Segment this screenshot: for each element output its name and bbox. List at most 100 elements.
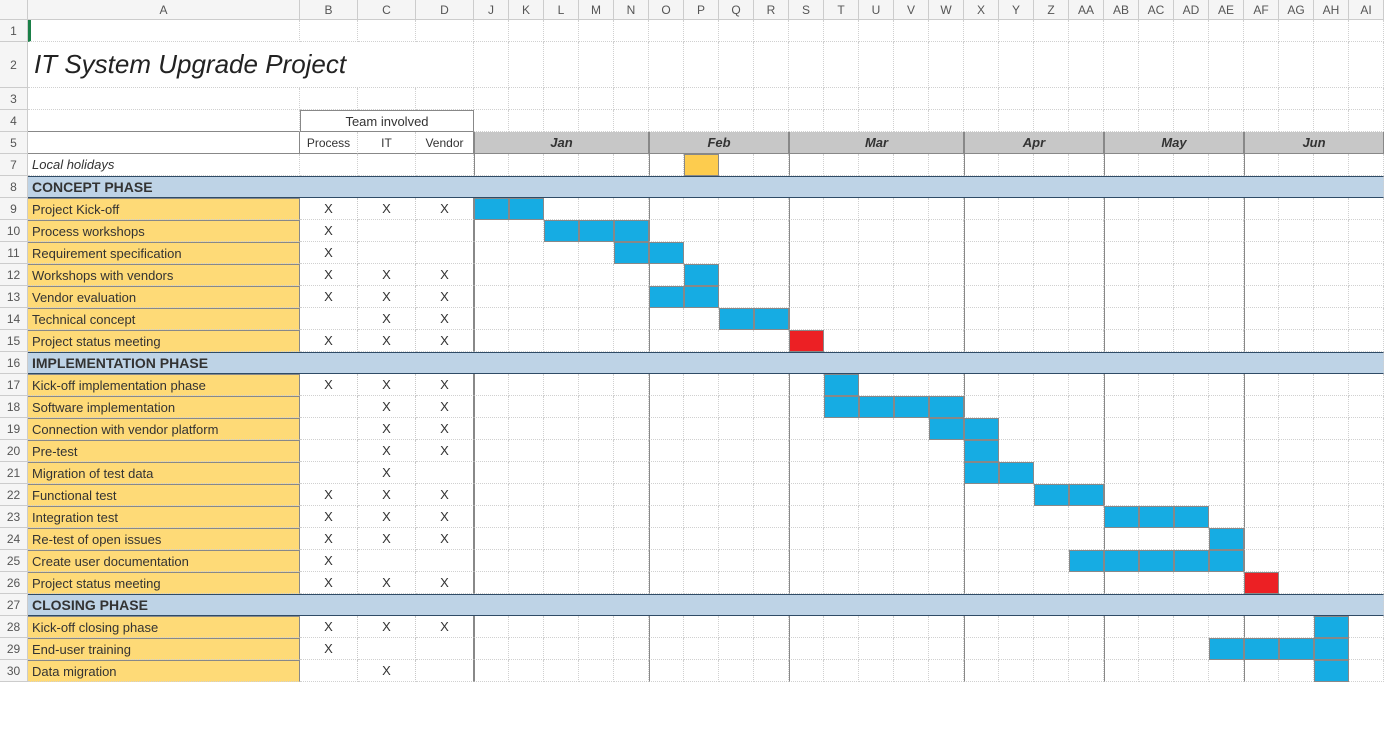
- week-cell[interactable]: [544, 154, 579, 176]
- task-name[interactable]: Process workshops: [28, 220, 300, 242]
- task-name[interactable]: Functional test: [28, 484, 300, 506]
- gantt-cell[interactable]: [719, 286, 754, 308]
- gantt-cell[interactable]: [474, 198, 509, 220]
- gantt-cell[interactable]: [964, 484, 999, 506]
- gantt-cell[interactable]: [1034, 616, 1069, 638]
- gantt-cell[interactable]: [859, 440, 894, 462]
- gantt-cell[interactable]: [614, 374, 649, 396]
- gantt-cell[interactable]: [579, 638, 614, 660]
- gantt-cell[interactable]: [1244, 264, 1279, 286]
- week-cell[interactable]: [1034, 154, 1069, 176]
- week-cell[interactable]: [754, 154, 789, 176]
- cell[interactable]: [929, 42, 964, 88]
- gantt-cell[interactable]: [614, 418, 649, 440]
- gantt-cell[interactable]: [509, 506, 544, 528]
- gantt-cell[interactable]: [929, 506, 964, 528]
- gantt-cell[interactable]: [649, 418, 684, 440]
- cell[interactable]: [1279, 42, 1314, 88]
- cell[interactable]: [754, 42, 789, 88]
- gantt-cell[interactable]: [754, 506, 789, 528]
- gantt-cell[interactable]: [999, 330, 1034, 352]
- gantt-cell[interactable]: [859, 264, 894, 286]
- gantt-cell[interactable]: [1174, 616, 1209, 638]
- row-header[interactable]: 26: [0, 572, 28, 594]
- gantt-cell[interactable]: [859, 198, 894, 220]
- gantt-cell[interactable]: [1069, 220, 1104, 242]
- gantt-cell[interactable]: [1209, 484, 1244, 506]
- gantt-cell[interactable]: [1104, 396, 1139, 418]
- gantt-cell[interactable]: [719, 616, 754, 638]
- gantt-cell[interactable]: [544, 528, 579, 550]
- gantt-cell[interactable]: [1104, 242, 1139, 264]
- team-mark[interactable]: X: [300, 528, 358, 550]
- week-cell[interactable]: [719, 154, 754, 176]
- row-header[interactable]: 18: [0, 396, 28, 418]
- gantt-cell[interactable]: [1069, 528, 1104, 550]
- gantt-cell[interactable]: [1349, 440, 1384, 462]
- team-mark[interactable]: X: [300, 220, 358, 242]
- cell[interactable]: [754, 20, 789, 42]
- cell[interactable]: [474, 110, 509, 132]
- task-name[interactable]: Connection with vendor platform: [28, 418, 300, 440]
- gantt-cell[interactable]: [1209, 308, 1244, 330]
- gantt-cell[interactable]: [684, 286, 719, 308]
- gantt-cell[interactable]: [929, 550, 964, 572]
- gantt-cell[interactable]: [719, 198, 754, 220]
- gantt-cell[interactable]: [1034, 396, 1069, 418]
- gantt-cell[interactable]: [1209, 660, 1244, 682]
- gantt-cell[interactable]: [1174, 462, 1209, 484]
- gantt-cell[interactable]: [719, 308, 754, 330]
- cell[interactable]: [1139, 20, 1174, 42]
- gantt-cell[interactable]: [1314, 660, 1349, 682]
- gantt-cell[interactable]: [859, 660, 894, 682]
- team-mark[interactable]: X: [358, 616, 416, 638]
- gantt-cell[interactable]: [789, 418, 824, 440]
- gantt-cell[interactable]: [579, 286, 614, 308]
- cell[interactable]: [579, 20, 614, 42]
- cell[interactable]: [300, 20, 358, 42]
- gantt-cell[interactable]: [859, 528, 894, 550]
- col-header[interactable]: Q: [719, 0, 754, 20]
- task-name[interactable]: Workshops with vendors: [28, 264, 300, 286]
- gantt-cell[interactable]: [1104, 638, 1139, 660]
- gantt-cell[interactable]: [1244, 286, 1279, 308]
- gantt-cell[interactable]: [789, 572, 824, 594]
- gantt-cell[interactable]: [1314, 308, 1349, 330]
- gantt-cell[interactable]: [1244, 440, 1279, 462]
- gantt-cell[interactable]: [894, 374, 929, 396]
- spreadsheet-grid[interactable]: ABCDJKLMNOPQRSTUVWXYZAAABACADAEAFAGAHAI1…: [0, 0, 1399, 682]
- gantt-cell[interactable]: [1139, 550, 1174, 572]
- gantt-cell[interactable]: [964, 374, 999, 396]
- cell[interactable]: [789, 110, 824, 132]
- gantt-cell[interactable]: [1174, 440, 1209, 462]
- gantt-cell[interactable]: [684, 616, 719, 638]
- col-header[interactable]: K: [509, 0, 544, 20]
- gantt-cell[interactable]: [999, 264, 1034, 286]
- task-name[interactable]: Project status meeting: [28, 572, 300, 594]
- gantt-cell[interactable]: [929, 616, 964, 638]
- row-header[interactable]: 20: [0, 440, 28, 462]
- gantt-cell[interactable]: [544, 572, 579, 594]
- gantt-cell[interactable]: [614, 506, 649, 528]
- gantt-cell[interactable]: [824, 264, 859, 286]
- gantt-cell[interactable]: [1139, 308, 1174, 330]
- gantt-cell[interactable]: [1349, 550, 1384, 572]
- gantt-cell[interactable]: [684, 572, 719, 594]
- week-cell[interactable]: [579, 154, 614, 176]
- team-mark[interactable]: X: [416, 418, 474, 440]
- cell[interactable]: [1209, 110, 1244, 132]
- gantt-cell[interactable]: [859, 638, 894, 660]
- task-name[interactable]: Data migration: [28, 660, 300, 682]
- gantt-cell[interactable]: [1279, 506, 1314, 528]
- gantt-cell[interactable]: [649, 550, 684, 572]
- cell[interactable]: [649, 110, 684, 132]
- gantt-cell[interactable]: [1069, 242, 1104, 264]
- row-header[interactable]: 27: [0, 594, 28, 616]
- cell[interactable]: [28, 20, 300, 42]
- gantt-cell[interactable]: [474, 506, 509, 528]
- col-header[interactable]: P: [684, 0, 719, 20]
- gantt-cell[interactable]: [999, 616, 1034, 638]
- gantt-cell[interactable]: [544, 484, 579, 506]
- gantt-cell[interactable]: [789, 484, 824, 506]
- gantt-cell[interactable]: [859, 506, 894, 528]
